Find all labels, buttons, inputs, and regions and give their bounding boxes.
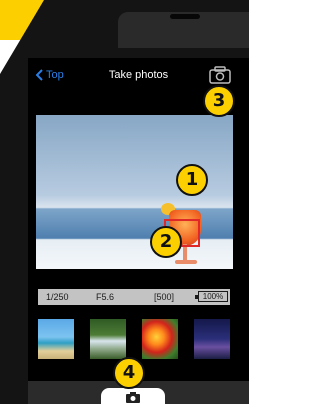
drink-base xyxy=(175,260,197,264)
callout-badge-2: 2 xyxy=(150,226,182,258)
live-view-preview[interactable] xyxy=(36,115,233,269)
thumbnail-waterfall[interactable] xyxy=(90,319,126,359)
callout-badge-4: 4 xyxy=(113,357,145,389)
thumbnail-beach[interactable] xyxy=(38,319,74,359)
battery-level: 100% xyxy=(202,292,224,301)
thumbnail-flower[interactable] xyxy=(142,319,178,359)
phone-body: Top Take photos 1/250 F5.6 [500] 100% xyxy=(0,0,249,404)
thumbnail-night-city[interactable] xyxy=(194,319,230,359)
shots-remaining: [500] xyxy=(154,292,175,302)
callout-badge-1: 1 xyxy=(176,164,208,196)
exposure-status-bar: 1/250 F5.6 [500] 100% xyxy=(38,289,230,305)
speaker-slot xyxy=(170,14,200,19)
battery-nub xyxy=(195,295,198,299)
callout-badge-3: 3 xyxy=(203,85,235,117)
camera-icon[interactable] xyxy=(209,66,231,84)
camera-icon xyxy=(126,392,140,403)
aperture: F5.6 xyxy=(96,292,115,302)
shutter-speed: 1/250 xyxy=(46,292,69,302)
battery-indicator: 100% xyxy=(195,291,228,302)
